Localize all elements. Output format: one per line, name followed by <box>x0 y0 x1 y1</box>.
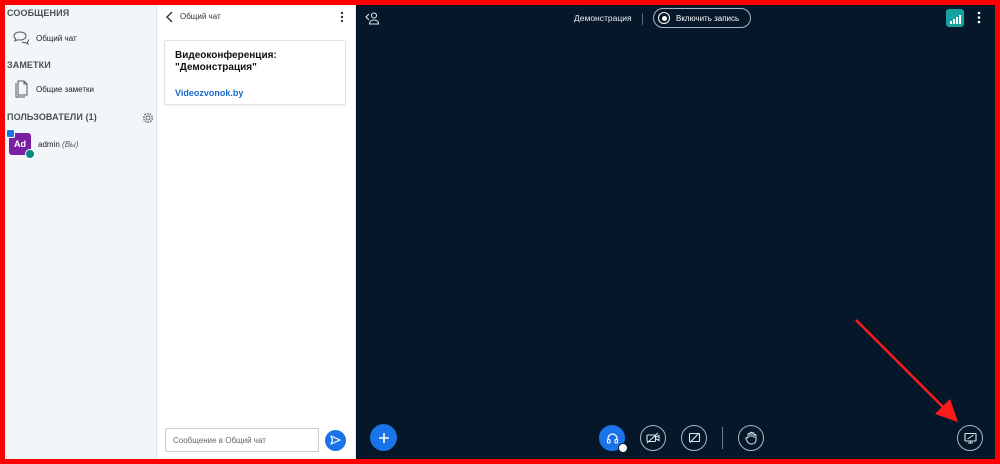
record-button[interactable]: Включить запись <box>653 8 751 28</box>
user-list-icon[interactable] <box>364 11 380 25</box>
video-off-icon <box>646 432 660 444</box>
user-name-text: admin <box>38 139 60 149</box>
more-vertical-icon[interactable] <box>339 10 345 23</box>
presentation-button[interactable] <box>957 425 983 451</box>
meeting-title: Демонстрация <box>574 13 632 23</box>
action-bar <box>356 419 995 459</box>
chevron-left-icon[interactable] <box>165 10 175 23</box>
chat-message-input[interactable] <box>165 428 319 452</box>
signal-bar <box>958 15 961 24</box>
more-vertical-icon[interactable] <box>976 11 982 24</box>
top-bar: Демонстрация Включить запись <box>356 5 995 31</box>
record-label: Включить запись <box>676 13 740 23</box>
public-chat-item[interactable]: Общий чат <box>11 28 77 48</box>
plus-icon <box>378 432 389 443</box>
presentation-stage: Демонстрация Включить запись <box>356 5 995 459</box>
audio-settings-badge-icon[interactable] <box>618 443 628 453</box>
send-icon <box>330 435 341 445</box>
signal-bar <box>952 19 955 24</box>
chat-header: Общий чат <box>157 5 355 27</box>
welcome-message: Видеоконференция: "Демонстрация" Videozv… <box>164 40 346 105</box>
actions-button[interactable] <box>370 424 397 451</box>
chat-title[interactable]: Общий чат <box>180 12 221 21</box>
presentation-icon <box>963 432 977 444</box>
video-button[interactable] <box>640 425 666 451</box>
signal-bar <box>955 17 958 24</box>
public-chat-label: Общий чат <box>36 33 77 43</box>
listen-only-badge-icon <box>25 149 35 159</box>
controls-divider <box>722 427 723 449</box>
send-button[interactable] <box>325 429 346 451</box>
raise-hand-button[interactable] <box>738 425 764 451</box>
avatar-initials: Ad <box>14 139 26 149</box>
hand-icon <box>745 431 757 445</box>
user-name: admin (Вы) <box>38 140 79 149</box>
chat-panel: Общий чат Видеоконференция: "Демонстраци… <box>157 5 356 459</box>
title-divider <box>642 13 643 25</box>
presenter-badge-icon <box>6 129 15 138</box>
messages-section-title: СООБЩЕНИЯ <box>7 8 70 18</box>
headset-icon <box>606 432 618 444</box>
notes-section-title: ЗАМЕТКИ <box>7 60 51 70</box>
welcome-title: Видеоконференция: "Демонстрация" <box>175 50 277 73</box>
signal-bars-icon[interactable] <box>946 9 964 27</box>
signal-bar <box>949 21 952 24</box>
app-window: СООБЩЕНИЯ Общий чат ЗАМЕТКИ Общие заметк… <box>5 5 995 459</box>
user-you-suffix: (Вы) <box>62 139 79 149</box>
user-list-panel: СООБЩЕНИЯ Общий чат ЗАМЕТКИ Общие заметк… <box>5 5 157 459</box>
screenshare-button[interactable] <box>681 425 707 451</box>
record-icon <box>658 12 670 24</box>
welcome-link[interactable]: Videozvonok.by <box>175 88 335 98</box>
shared-notes-label: Общие заметки <box>36 84 94 94</box>
users-section-title: ПОЛЬЗОВАТЕЛИ (1) <box>7 112 97 122</box>
avatar: Ad <box>6 129 35 159</box>
screenshare-off-icon <box>688 432 700 443</box>
chat-input-row <box>165 428 351 452</box>
gear-icon[interactable] <box>142 111 154 124</box>
chat-bubbles-icon <box>11 28 31 48</box>
shared-notes-item[interactable]: Общие заметки <box>11 79 94 99</box>
notes-icon <box>11 79 31 99</box>
user-item-admin[interactable]: Ad admin (Вы) <box>6 129 79 159</box>
